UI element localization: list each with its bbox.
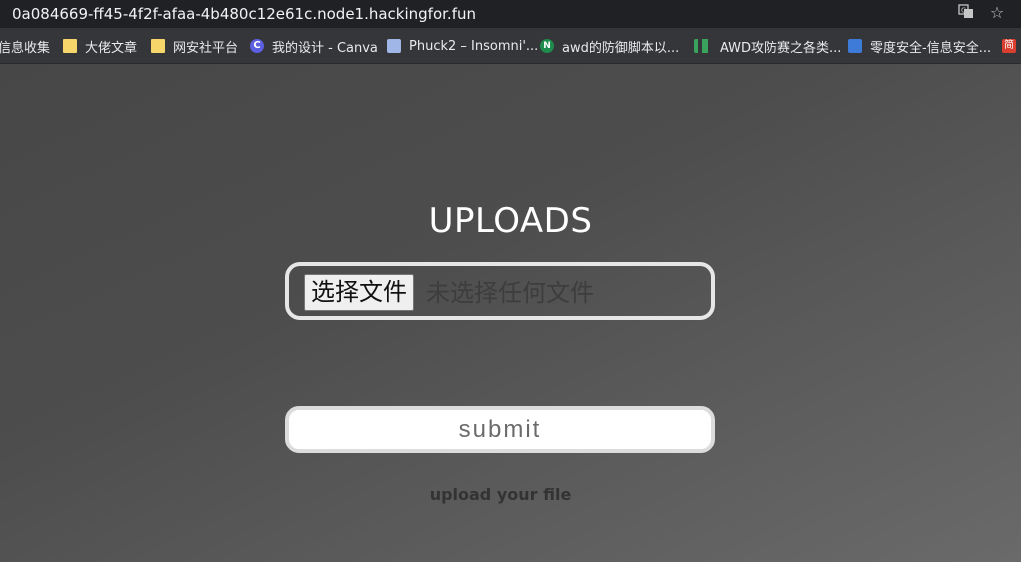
folder-icon xyxy=(151,39,165,53)
address-bar[interactable]: 0a084669-ff45-4f2f-afaa-4b480c12e61c.nod… xyxy=(0,0,1021,28)
bookmark-item[interactable]: 零度安全-信息安全... xyxy=(848,28,992,63)
canva-icon: C xyxy=(250,39,264,53)
bookmark-label: 零度安全-信息安全... xyxy=(870,40,992,56)
upload-page: UPLOADS 选择文件 未选择任何文件 submit upload your … xyxy=(0,64,1021,562)
bookmark-item[interactable]: N awd的防御脚本以... xyxy=(540,28,680,63)
bookmark-label: 我的设计 - Canva xyxy=(272,40,378,56)
folder-icon xyxy=(63,39,77,53)
svg-text:G: G xyxy=(961,7,966,15)
star-icon[interactable]: ☆ xyxy=(986,3,1008,25)
document-icon xyxy=(387,39,401,53)
bookmark-item[interactable]: C 我的设计 - Canva xyxy=(250,28,378,63)
file-input[interactable]: 选择文件 未选择任何文件 xyxy=(285,262,715,320)
bookmarks-bar: 信息收集 大佬文章 网安社平台 C 我的设计 - Canva Phuck2 – … xyxy=(0,28,1021,64)
url-text[interactable]: 0a084669-ff45-4f2f-afaa-4b480c12e61c.nod… xyxy=(12,5,476,23)
bookmark-item[interactable]: 网安社平台 xyxy=(151,28,239,63)
site-icon: 简 xyxy=(1002,39,1016,53)
bookmark-item[interactable]: 信息收集 xyxy=(0,28,51,63)
n-icon: N xyxy=(540,39,554,53)
submit-button[interactable]: submit xyxy=(285,406,715,453)
bookmark-label: AWD攻防赛之各类... xyxy=(720,40,842,56)
bookmark-item[interactable]: 简 xyxy=(1002,28,1021,63)
page-title: UPLOADS xyxy=(428,201,593,241)
site-icon xyxy=(848,39,862,53)
bars-icon xyxy=(694,39,712,53)
translate-icon[interactable]: G xyxy=(955,3,977,25)
bookmark-label: 网安社平台 xyxy=(173,40,239,56)
no-file-text: 未选择任何文件 xyxy=(426,279,594,307)
bookmark-label: Phuck2 – Insomni'... xyxy=(409,38,539,54)
bookmark-item[interactable]: Phuck2 – Insomni'... xyxy=(387,28,539,63)
bookmark-item[interactable]: 大佬文章 xyxy=(63,28,138,63)
upload-hint: upload your file xyxy=(429,485,572,504)
bookmark-item[interactable]: AWD攻防赛之各类... xyxy=(694,28,842,63)
choose-file-button[interactable]: 选择文件 xyxy=(304,274,414,311)
bookmark-label: 信息收集 xyxy=(0,40,51,56)
bookmark-label: 大佬文章 xyxy=(85,40,138,56)
bookmark-label: awd的防御脚本以... xyxy=(562,40,680,56)
